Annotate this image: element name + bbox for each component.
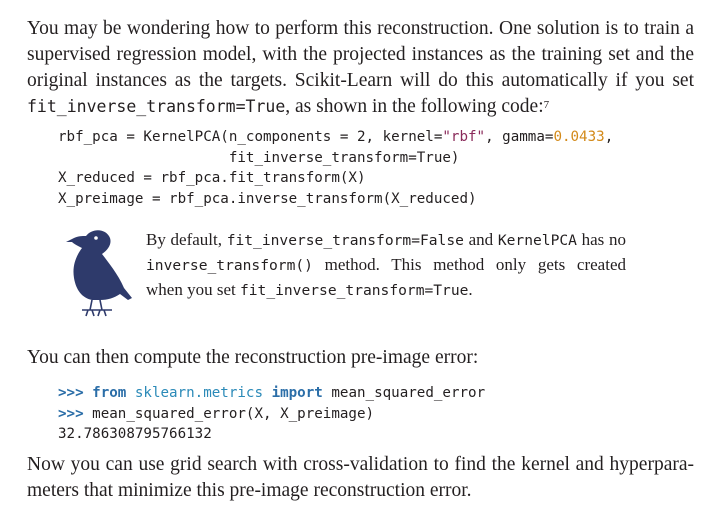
keyword-from: from: [92, 385, 127, 401]
inline-code: fit_inverse_transform=True: [239, 282, 469, 299]
note-text: has no: [576, 230, 626, 249]
code-block-error: >>> from sklearn.metrics import mean_squ…: [58, 383, 485, 445]
inline-code: fit_inverse_transform=True: [27, 97, 286, 116]
note-text: By default,: [146, 230, 227, 249]
intro-paragraph: You may be wondering how to perform this…: [27, 16, 694, 120]
code-block-kernelpca: rbf_pca = KernelPCA(n_components = 2, ke…: [58, 127, 613, 209]
note-box: By default, fit_inverse_transform=False …: [146, 228, 626, 303]
note-text: and: [463, 230, 498, 249]
module-name: sklearn.metrics: [134, 385, 264, 401]
inline-code: inverse_transform(): [146, 257, 313, 274]
code-line: >>> mean_squared_error(X, X_preimage): [58, 406, 374, 422]
prompt: >>>: [58, 405, 84, 422]
intro-line: supervised regression model, with the pr…: [27, 44, 694, 65]
code-output: 32.786308795766132: [58, 426, 212, 443]
note-text: method. This method only gets created: [312, 255, 626, 274]
intro-line: original instances as the targets. Sciki…: [27, 70, 694, 91]
note-text: when you set: [146, 280, 240, 299]
note-line: when you set fit_inverse_transform=True.: [146, 278, 626, 303]
footnote-mark: 7: [543, 99, 550, 111]
conclusion-paragraph: Now you can use grid search with cross-v…: [27, 452, 694, 504]
preimage-paragraph: You can then compute the reconstruction …: [27, 345, 694, 371]
paragraph-line: You can then compute the reconstruction …: [27, 347, 479, 368]
inline-code: fit_inverse_transform=False: [226, 232, 464, 249]
paragraph-line: meters that minimize this pre-image reco…: [27, 480, 472, 501]
intro-line: fit_inverse_transform=True, as shown in …: [27, 94, 694, 120]
code-line: X_preimage = rbf_pca.inverse_transform(X…: [58, 190, 477, 207]
note-line: inverse_transform() method. This method …: [146, 253, 626, 278]
note-line: By default, fit_inverse_transform=False …: [146, 228, 626, 253]
prompt: >>>: [58, 385, 84, 401]
code-line: X_reduced = rbf_pca.fit_transform(X): [58, 170, 366, 187]
note-text: .: [468, 280, 473, 299]
code-line: >>> from sklearn.metrics import mean_squ…: [58, 385, 485, 401]
keyword-import: import: [271, 385, 323, 401]
intro-text: , as shown in the following code:: [285, 96, 544, 117]
import-name: mean_squared_error: [331, 385, 486, 401]
paragraph-line: Now you can use grid search with cross-v…: [27, 454, 694, 475]
bird-icon: [66, 230, 132, 317]
code-line: fit_inverse_transform=True): [58, 149, 460, 166]
intro-line: You may be wondering how to perform this…: [27, 18, 694, 39]
inline-code: KernelPCA: [497, 232, 577, 249]
call-expression: mean_squared_error(X, X_preimage): [92, 405, 375, 422]
code-line: rbf_pca = KernelPCA(n_components = 2, ke…: [58, 129, 614, 145]
